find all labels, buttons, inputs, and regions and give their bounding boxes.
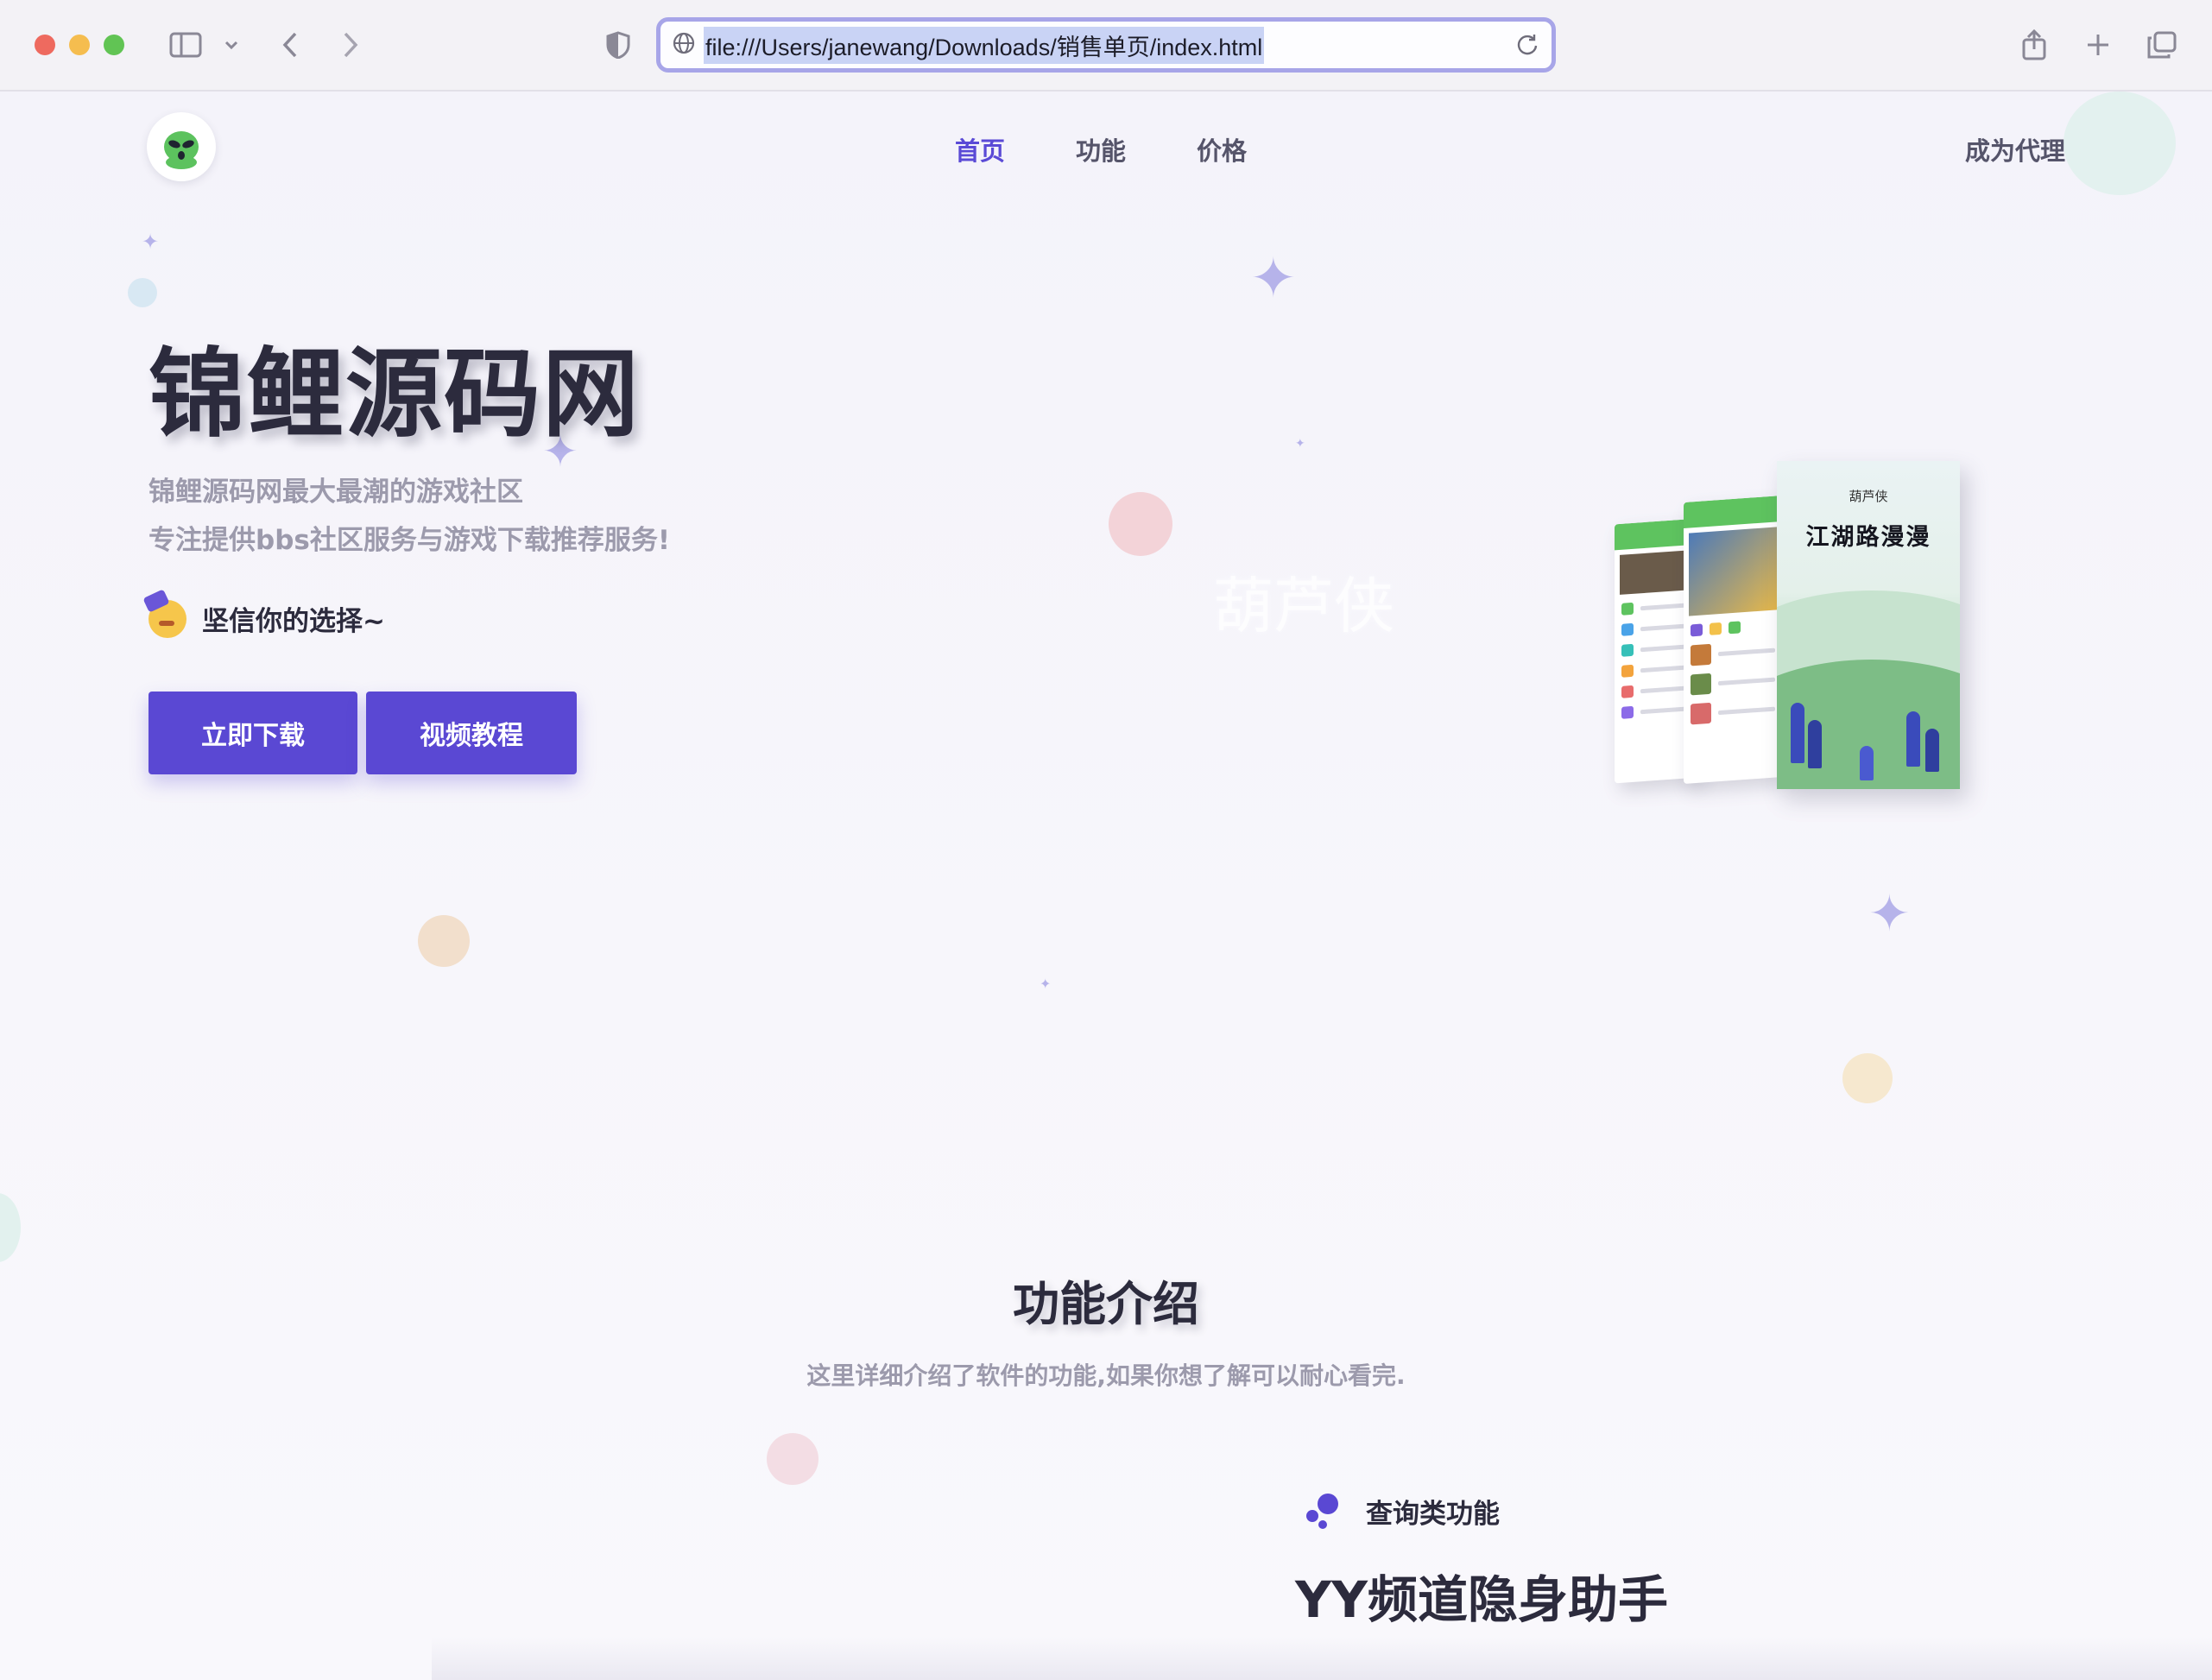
tab-overview-icon[interactable] — [2145, 26, 2179, 64]
features-section-title: 功能介绍 — [1013, 1277, 1199, 1331]
sidebar-toggle-icon[interactable] — [166, 26, 205, 64]
nav-home[interactable]: 首页 — [955, 131, 1005, 167]
choice-tagline: 坚信你的选择~ — [149, 599, 385, 638]
feature-category: 查询类功能 — [1366, 1499, 1500, 1530]
sparkle-icon: ✦ — [1040, 976, 1052, 992]
sparkle-icon: ✦ — [1250, 247, 1297, 311]
reload-icon[interactable] — [1515, 32, 1539, 60]
sparkle-icon: ✦ — [1868, 884, 1911, 943]
minimize-window-button[interactable] — [69, 35, 90, 55]
nav-features[interactable]: 功能 — [1076, 131, 1126, 167]
decor-bubble — [0, 1193, 21, 1262]
gourd-mascot-icon — [164, 131, 199, 169]
app-splash-poster: 葫芦侠 江湖路漫漫 — [1777, 461, 1960, 789]
browser-toolbar: file:///Users/janewang/Downloads/销售单页/in… — [0, 0, 2212, 92]
privacy-shield-icon[interactable] — [603, 26, 634, 64]
hero-title: 锦鲤源码网 — [149, 338, 641, 451]
forward-icon[interactable] — [335, 26, 366, 64]
sparkle-icon: ✦ — [1295, 437, 1305, 451]
decor-bubble — [2063, 92, 2176, 195]
become-agent-link[interactable]: 成为代理 — [1965, 131, 2065, 167]
site-logo[interactable] — [147, 112, 216, 181]
hero-subtitle-line-1: 锦鲤源码网最大最潮的游戏社区 — [149, 477, 523, 508]
poster-brand: 葫芦侠 — [1849, 489, 1888, 504]
address-bar[interactable]: file:///Users/janewang/Downloads/销售单页/in… — [656, 17, 1556, 73]
nav-pricing[interactable]: 价格 — [1197, 131, 1247, 167]
globe-icon — [673, 32, 695, 58]
share-icon[interactable] — [2017, 26, 2051, 64]
url-text[interactable]: file:///Users/janewang/Downloads/销售单页/in… — [704, 26, 1265, 64]
chevron-down-icon[interactable] — [219, 26, 243, 64]
feature-title: YY频道隐身助手 — [1295, 1570, 1668, 1629]
choice-text: 坚信你的选择~ — [202, 606, 385, 637]
back-icon[interactable] — [275, 26, 306, 64]
app-screenshot-home — [1684, 496, 1782, 784]
web-page: ✦ ✦ ✦ ✦ ✦ ✦ 首页 功能 价格 成为代理 锦鲤源码网 锦鲤源码网最大最… — [0, 92, 2212, 1680]
decor-bubble — [1842, 1053, 1893, 1103]
zoom-window-button[interactable] — [104, 35, 124, 55]
decor-bubble — [767, 1433, 818, 1485]
hero-subtitle-line-2: 专注提供bbs社区服务与游戏下载推荐服务! — [149, 525, 670, 556]
poster-title: 江湖路漫漫 — [1805, 524, 1931, 551]
download-button[interactable]: 立即下载 — [149, 692, 357, 774]
close-window-button[interactable] — [35, 35, 55, 55]
party-face-icon — [149, 599, 186, 638]
scroll-shadow — [432, 1637, 2212, 1680]
mockup-watermark: 葫芦侠 — [1213, 571, 1394, 641]
decor-bubble — [128, 278, 157, 307]
video-tutorial-button[interactable]: 视频教程 — [366, 692, 577, 774]
sparkle-icon: ✦ — [142, 230, 160, 254]
decor-bubble — [1109, 492, 1172, 556]
new-tab-icon[interactable] — [2081, 26, 2115, 64]
decor-bubble — [418, 915, 470, 967]
bubbles-icon — [1302, 1490, 1343, 1532]
features-section-subtitle: 这里详细介绍了软件的功能,如果你想了解可以耐心看完. — [806, 1361, 1406, 1390]
